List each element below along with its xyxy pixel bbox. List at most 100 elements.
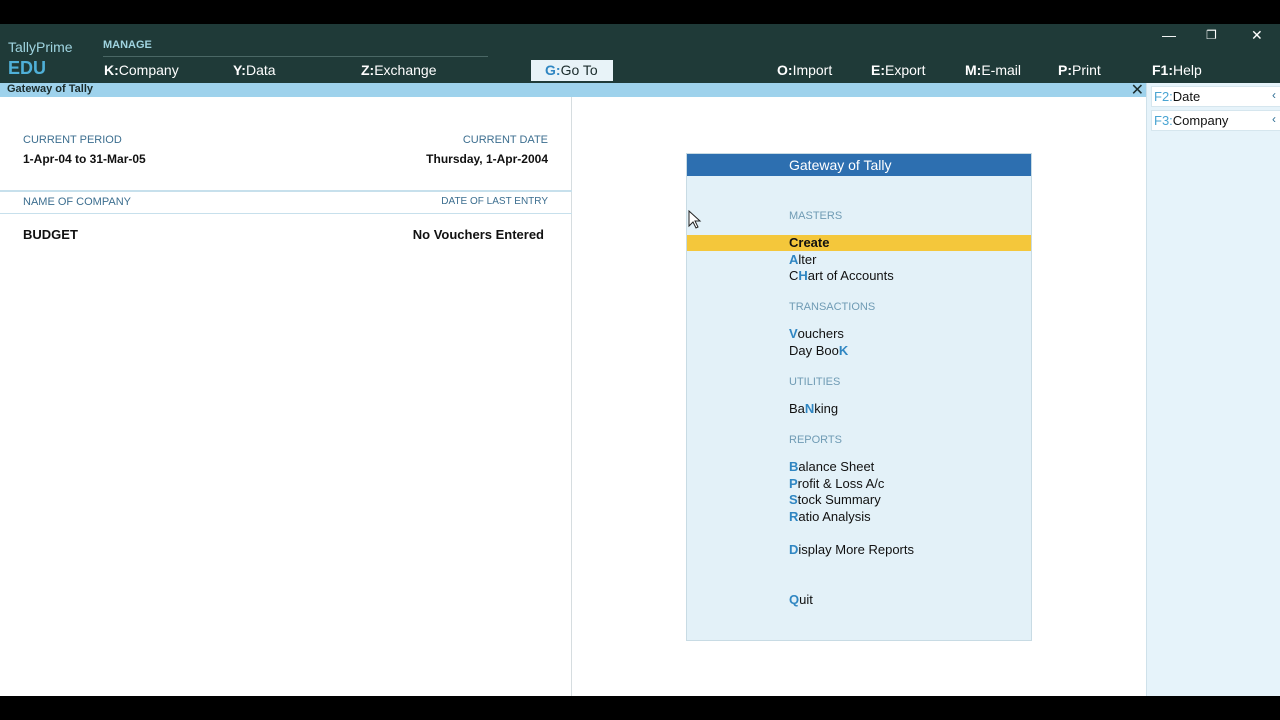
hotkey: D <box>789 542 799 557</box>
hotkey: H <box>798 268 808 283</box>
item-label: atio Analysis <box>798 509 871 524</box>
hotkey: Q <box>789 592 800 607</box>
app-window: TallyPrime EDU MANAGE K:Company Y:Data Z… <box>0 0 1280 720</box>
item-label: alance Sheet <box>798 459 875 474</box>
menu-key: F1: <box>1152 62 1173 78</box>
company-name[interactable]: BUDGET <box>23 227 78 242</box>
mouse-cursor-icon <box>688 210 702 229</box>
item-label-pre: C <box>789 268 799 283</box>
item-label: king <box>814 401 839 416</box>
current-date-label: CURRENT DATE <box>462 134 548 146</box>
menu-key: E: <box>871 62 885 78</box>
button-key: F2: <box>1154 89 1173 104</box>
restore-icon[interactable]: ❐ <box>1206 28 1217 42</box>
menu-email[interactable]: M:E-mail <box>965 62 1021 78</box>
menu-help[interactable]: F1:Help <box>1152 62 1202 78</box>
section-transactions: TRANSACTIONS <box>789 301 876 313</box>
menu-item-display-more-reports[interactable]: Display More Reports <box>687 542 1031 558</box>
hotkey: V <box>789 326 798 341</box>
menu-key: Y: <box>233 62 246 78</box>
hotkey: N <box>804 401 815 416</box>
company-button[interactable]: F3:Company ‹ <box>1151 110 1280 131</box>
brand-name: TallyPrime <box>8 39 73 55</box>
item-label: uit <box>799 592 813 607</box>
hotkey: K <box>838 343 849 358</box>
menu-item-chart-of-accounts[interactable]: CHart of Accounts <box>687 268 1031 284</box>
menu-item-quit[interactable]: Quit <box>687 592 1031 608</box>
last-entry-column-label: DATE OF LAST ENTRY <box>441 196 548 207</box>
item-label-pre: Day Boo <box>789 343 839 358</box>
menu-item-create[interactable]: Create <box>687 235 1031 251</box>
section-reports: REPORTS <box>789 434 842 446</box>
menu-data[interactable]: Y:Data <box>233 62 276 78</box>
menu-print[interactable]: P:Print <box>1058 62 1101 78</box>
button-label: Date <box>1172 89 1201 104</box>
menu-item-vouchers[interactable]: Vouchers <box>687 326 1031 342</box>
menu-item-day-book[interactable]: Day BooK <box>687 343 1031 359</box>
item-label: rofit & Loss A/c <box>797 476 885 491</box>
main-area: CURRENT PERIOD 1-Apr-04 to 31-Mar-05 CUR… <box>0 97 1146 696</box>
goto-label: Go To <box>560 62 598 78</box>
current-date-value: Thursday, 1-Apr-2004 <box>426 152 548 166</box>
goto-button[interactable]: G:Go To <box>531 60 613 81</box>
section-masters: MASTERS <box>789 210 843 222</box>
item-label: ouchers <box>797 326 844 341</box>
menu-item-alter[interactable]: Alter <box>687 252 1031 268</box>
menu-item-banking[interactable]: BaNking <box>687 401 1031 417</box>
item-label-pre: Ba <box>789 401 805 416</box>
menu-item-profit-loss[interactable]: Profit & Loss A/c <box>687 476 1031 492</box>
hotkey: R <box>789 509 799 524</box>
menu-export[interactable]: E:Export <box>871 62 925 78</box>
divider <box>0 190 572 192</box>
close-icon[interactable]: ✕ <box>1251 27 1263 44</box>
gateway-menu: Gateway of Tally MASTERS Create Alter CH… <box>686 153 1032 641</box>
brand-edition: EDU <box>8 58 47 78</box>
manage-divider <box>103 56 488 57</box>
menu-item-ratio-analysis[interactable]: Ratio Analysis <box>687 509 1031 525</box>
item-label: reate <box>798 235 830 250</box>
current-period-label: CURRENT PERIOD <box>23 134 122 146</box>
menu-exchange[interactable]: Z:Exchange <box>361 62 437 78</box>
menu-label: Help <box>1173 62 1202 78</box>
menu-label: Data <box>245 62 276 78</box>
last-entry-value: No Vouchers Entered <box>412 227 544 242</box>
item-label: isplay More Reports <box>798 542 914 557</box>
divider <box>0 213 572 214</box>
current-period-value: 1-Apr-04 to 31-Mar-05 <box>23 152 146 166</box>
menu-label: Company <box>118 62 179 78</box>
manage-label: MANAGE <box>103 39 152 51</box>
minimize-icon[interactable]: — <box>1162 27 1176 43</box>
goto-key: G: <box>545 62 561 78</box>
hotkey: C <box>789 235 799 250</box>
screen-title: Gateway of Tally <box>7 83 93 95</box>
menu-key: P: <box>1058 62 1072 78</box>
menu-label: Import <box>792 62 833 78</box>
hotkey: S <box>789 492 798 507</box>
menu-label: Exchange <box>374 62 437 78</box>
menu-import[interactable]: O:Import <box>777 62 832 78</box>
menu-label: Export <box>885 62 926 78</box>
right-button-bar: F2:Date ‹ F3:Company ‹ <box>1146 83 1280 696</box>
company-info-panel: CURRENT PERIOD 1-Apr-04 to 31-Mar-05 CUR… <box>0 97 572 696</box>
menu-key: Z: <box>361 62 375 78</box>
top-header: TallyPrime EDU MANAGE K:Company Y:Data Z… <box>0 24 1280 83</box>
item-label: art of Accounts <box>807 268 894 283</box>
section-utilities: UTILITIES <box>789 376 841 388</box>
button-key: F3: <box>1154 113 1173 128</box>
company-column-label: NAME OF COMPANY <box>23 196 131 208</box>
hotkey: A <box>789 252 799 267</box>
item-label: lter <box>798 252 817 267</box>
menu-item-balance-sheet[interactable]: Balance Sheet <box>687 459 1031 475</box>
item-label: tock Summary <box>797 492 881 507</box>
chevron-left-icon: ‹ <box>1272 88 1276 102</box>
menu-key: K: <box>104 62 119 78</box>
screen-title-bar: Gateway of Tally ✕ <box>0 82 1146 99</box>
gateway-menu-title: Gateway of Tally <box>687 154 1031 176</box>
menu-item-stock-summary[interactable]: Stock Summary <box>687 492 1031 508</box>
date-button[interactable]: F2:Date ‹ <box>1151 86 1280 107</box>
menu-key: O: <box>777 62 793 78</box>
menu-label: Print <box>1072 62 1101 78</box>
hotkey: B <box>789 459 799 474</box>
menu-company[interactable]: K:Company <box>104 62 179 78</box>
menu-key: M: <box>965 62 982 78</box>
